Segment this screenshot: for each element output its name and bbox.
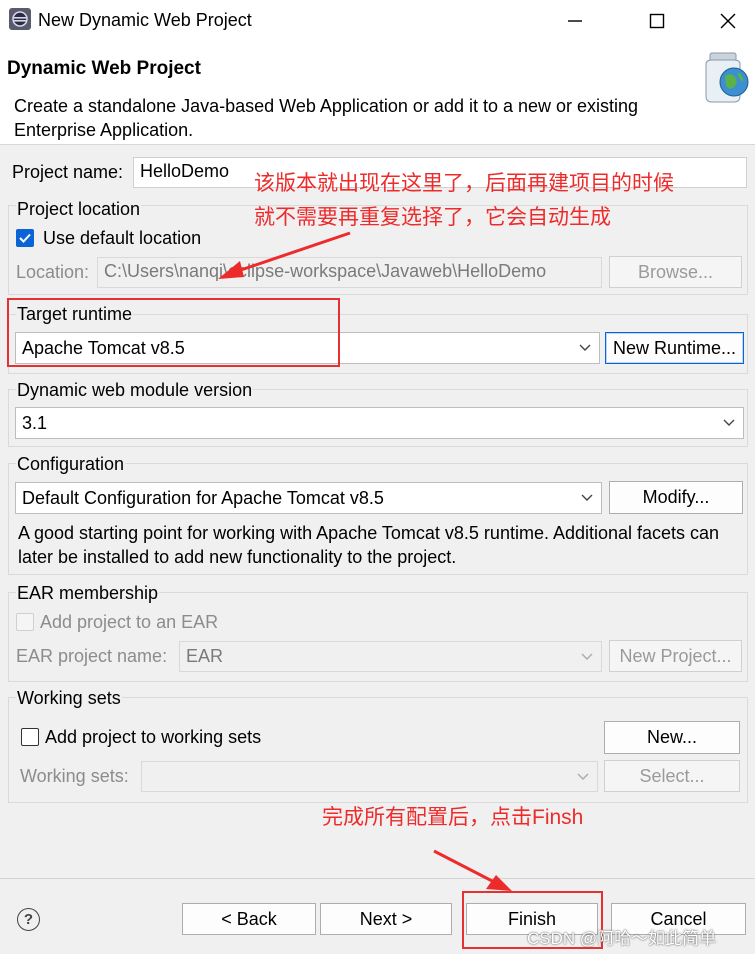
working-sets-group-label: Working sets [16, 688, 122, 709]
browse-button[interactable]: Browse... [609, 256, 742, 288]
module-version-select[interactable]: 3.1 [15, 407, 744, 439]
configuration-description: A good starting point for working with A… [18, 523, 720, 567]
new-runtime-button[interactable]: New Runtime... [605, 332, 744, 364]
next-button[interactable]: Next > [320, 903, 452, 935]
chevron-down-icon [579, 344, 591, 351]
wizard-description: Create a standalone Java-based Web Appli… [14, 96, 639, 140]
chevron-down-icon [723, 419, 735, 426]
minimize-button[interactable] [555, 6, 595, 36]
use-default-location-label: Use default location [43, 228, 202, 248]
annotation-arrow-2 [433, 849, 512, 891]
close-icon [720, 13, 736, 29]
module-version-group-label: Dynamic web module version [16, 380, 254, 401]
back-button[interactable]: < Back [182, 903, 316, 935]
add-to-ear-label: Add project to an EAR [40, 612, 219, 632]
minimize-icon [568, 20, 582, 22]
maximize-button[interactable] [637, 6, 677, 36]
module-version-selected: 3.1 [22, 412, 48, 433]
modify-button[interactable]: Modify... [609, 481, 743, 514]
wizard-title: Dynamic Web Project [7, 58, 201, 79]
footer-divider [0, 878, 755, 879]
add-to-working-sets-label: Add project to working sets [45, 727, 262, 747]
eclipse-app-icon [9, 8, 31, 30]
ear-project-name-value: EAR [186, 646, 224, 666]
project-name-label: Project name: [12, 162, 124, 182]
web-project-jar-icon [705, 52, 749, 103]
configuration-group-label: Configuration [16, 454, 126, 475]
add-to-working-sets-checkbox[interactable] [21, 728, 39, 746]
checkmark-icon [19, 233, 31, 243]
new-working-set-button[interactable]: New... [604, 721, 740, 754]
ear-project-name-select[interactable]: EAR [179, 641, 602, 672]
csdn-watermark: CSDN @阿哈～如此简单 [527, 929, 717, 948]
maximize-icon [649, 13, 665, 29]
chevron-down-icon [581, 653, 593, 660]
working-sets-select[interactable] [141, 761, 598, 792]
ear-membership-group-label: EAR membership [16, 583, 160, 604]
annotation-note-finish: 完成所有配置后，点击Finsh [322, 806, 584, 829]
window-title: New Dynamic Web Project [38, 10, 252, 30]
annotation-note-line1: 该版本就出现在这里了，后面再建项目的时候 [254, 172, 674, 195]
configuration-select[interactable]: Default Configuration for Apache Tomcat … [15, 482, 602, 514]
annotation-arrow-1 [218, 231, 351, 279]
select-working-sets-button[interactable]: Select... [604, 760, 740, 792]
chevron-down-icon [577, 773, 589, 780]
configuration-selected: Default Configuration for Apache Tomcat … [22, 487, 384, 508]
working-sets-label: Working sets: [20, 766, 129, 786]
chevron-down-icon [581, 494, 593, 501]
ear-project-name-label: EAR project name: [16, 646, 168, 666]
add-to-ear-checkbox[interactable] [16, 613, 34, 631]
project-location-group-label: Project location [16, 199, 142, 220]
help-icon[interactable]: ? [17, 908, 40, 931]
location-label: Location: [16, 262, 90, 282]
use-default-location-checkbox[interactable] [16, 229, 34, 247]
close-window-button[interactable] [708, 6, 748, 36]
annotation-highlight-runtime [7, 298, 340, 367]
new-ear-project-button[interactable]: New Project... [609, 640, 742, 672]
